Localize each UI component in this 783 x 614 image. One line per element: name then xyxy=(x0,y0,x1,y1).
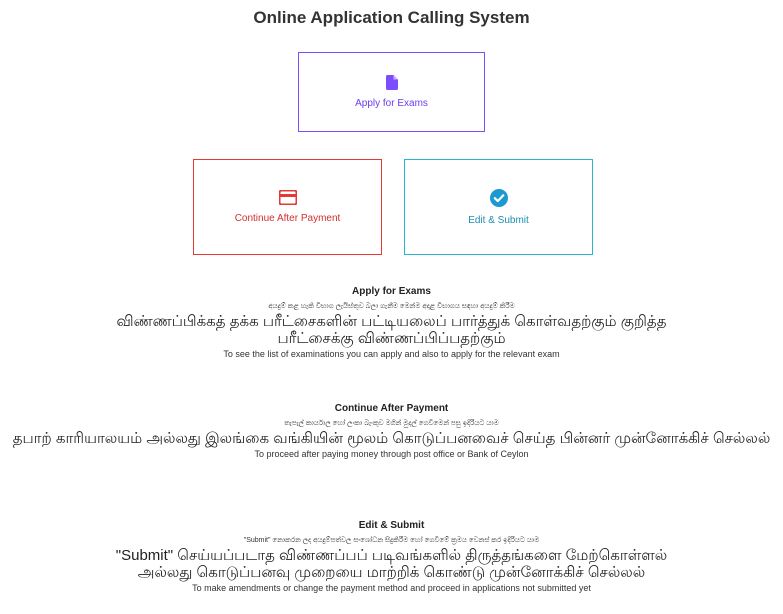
continue-after-payment-button[interactable]: Continue After Payment xyxy=(193,159,382,255)
edit-and-submit-label: Edit & Submit xyxy=(468,214,529,226)
apply-for-exams-button[interactable]: Apply for Exams xyxy=(298,52,485,132)
continue-after-payment-description: Continue After Payment තැපැල් කාර්යාල හෝ… xyxy=(0,403,783,459)
edit-and-submit-sinhala-text: "Submit" නොකරන ලද අයදුම්පත්වල සංශෝධන සිද… xyxy=(243,537,540,544)
continue-after-payment-english-text: To proceed after paying money through po… xyxy=(254,449,529,459)
credit-card-icon xyxy=(278,190,297,205)
apply-for-exams-label: Apply for Exams xyxy=(355,98,428,109)
edit-and-submit-description: Edit & Submit "Submit" නොකරන ලද අයදුම්පත… xyxy=(0,520,783,593)
apply-for-exams-tamil-text: விண்ணப்பிக்கத் தக்க பரீட்சைகளின் பட்டியல… xyxy=(116,313,667,347)
continue-after-payment-heading: Continue After Payment xyxy=(334,403,449,414)
apply-for-exams-english-text: To see the list of examinations you can … xyxy=(223,349,560,359)
continue-after-payment-tamil-text: தபாற் காரியாலயம் அல்லது இலங்கை வங்கியின்… xyxy=(12,430,771,447)
apply-for-exams-sinhala-text: අයදුම් කළ හැකි විභාග ලැයිස්තුව බලා ගැනීම… xyxy=(268,303,515,310)
edit-and-submit-button[interactable]: Edit & Submit xyxy=(404,159,593,255)
page-title: Online Application Calling System xyxy=(253,8,530,27)
edit-and-submit-heading: Edit & Submit xyxy=(358,520,425,531)
continue-after-payment-label: Continue After Payment xyxy=(234,213,341,224)
apply-for-exams-heading: Apply for Exams xyxy=(352,286,431,297)
apply-for-exams-description: Apply for Exams අයදුම් කළ හැකි විභාග ලැය… xyxy=(0,286,783,359)
continue-after-payment-sinhala-text: තැපැල් කාර්යාල හෝ ලංකා බැංකුව මගින් මුදල… xyxy=(284,420,499,427)
document-icon xyxy=(385,75,398,90)
edit-and-submit-english-text: To make amendments or change the payment… xyxy=(192,583,591,593)
edit-and-submit-tamil-text: "Submit" செய்யப்படாத விண்ணப்பப் படிவங்கள… xyxy=(115,547,668,581)
check-circle-icon xyxy=(489,188,508,207)
